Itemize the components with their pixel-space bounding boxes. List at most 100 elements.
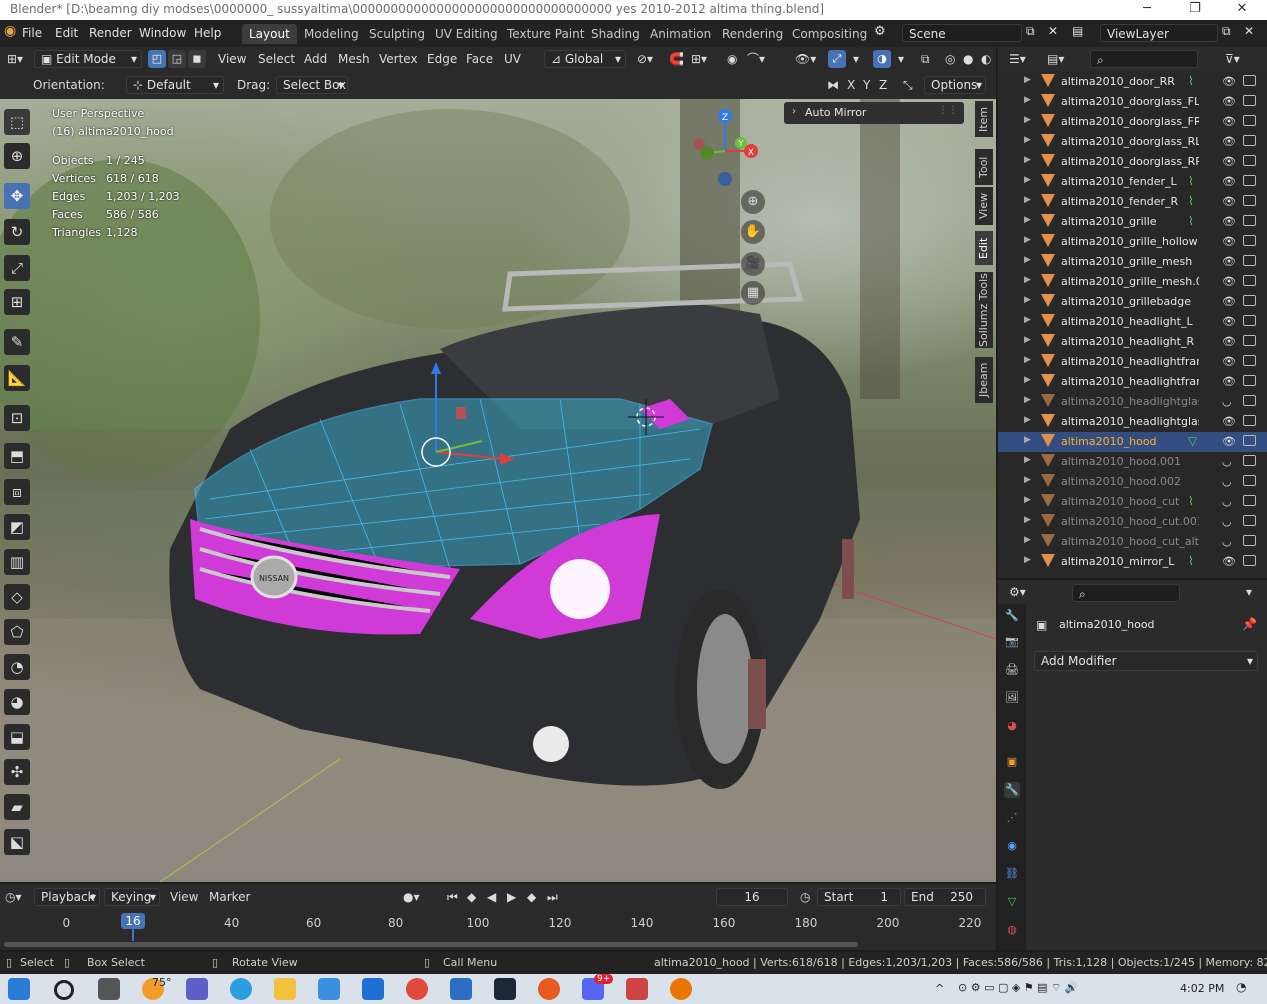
- 3d-viewport[interactable]: NISSAN Z X Y User Perspective (16) altim…: [0, 99, 996, 882]
- expand-arrow-icon[interactable]: ▶: [1024, 335, 1031, 345]
- tab-rendering[interactable]: Rendering: [715, 24, 790, 44]
- render-camera-icon[interactable]: [1243, 235, 1256, 246]
- timeline-scrollbar[interactable]: [4, 942, 858, 947]
- snap-target-icon[interactable]: ⊞▾: [686, 50, 712, 68]
- move-tool-icon[interactable]: ✥: [4, 183, 30, 209]
- add-cube-tool-icon[interactable]: ⊡: [4, 405, 30, 431]
- inset-tool-icon[interactable]: ⧈: [4, 479, 30, 505]
- outliner-object-name[interactable]: altima2010_grille_mesh: [1061, 255, 1199, 268]
- outliner-object-name[interactable]: altima2010_grille: [1061, 215, 1199, 228]
- outliner-row[interactable]: ▶ altima2010_hood_cut ⌇ ◡: [998, 492, 1267, 512]
- vertex-select-icon[interactable]: ◰: [148, 50, 166, 68]
- outliner-object-name[interactable]: altima2010_headlightglass: [1061, 395, 1199, 408]
- cursor-tool-icon[interactable]: ⊕: [4, 143, 30, 169]
- outliner-object-name[interactable]: altima2010_headlightfram: [1061, 355, 1199, 368]
- output-properties-icon[interactable]: 🖨: [1004, 662, 1020, 678]
- eye-icon[interactable]: 👁: [1222, 115, 1236, 128]
- eye-icon[interactable]: 👁: [1222, 235, 1236, 248]
- outliner-object-name[interactable]: altima2010_hood: [1061, 435, 1199, 448]
- pivot-point-icon[interactable]: ⊘▾: [632, 50, 658, 68]
- render-camera-icon[interactable]: [1243, 495, 1256, 506]
- edge-select-icon[interactable]: ◲: [168, 50, 186, 68]
- menu-select[interactable]: Select: [253, 50, 300, 68]
- outliner-object-name[interactable]: altima2010_fender_R: [1061, 195, 1199, 208]
- outliner-object-name[interactable]: altima2010_headlight_R: [1061, 335, 1199, 348]
- blender-taskbar-icon[interactable]: [670, 978, 692, 1000]
- outliner-row[interactable]: ▶ altima2010_doorglass_RL 👁: [998, 132, 1267, 152]
- eye-icon[interactable]: 👁: [1222, 155, 1236, 168]
- tab-shading[interactable]: Shading: [584, 24, 647, 44]
- eye-icon[interactable]: 👁: [1222, 415, 1236, 428]
- eye-icon[interactable]: 👁: [1222, 555, 1236, 568]
- expand-arrow-icon[interactable]: ▶: [1024, 75, 1031, 85]
- mirror-icon[interactable]: ⧓: [822, 76, 844, 94]
- render-camera-icon[interactable]: [1243, 475, 1256, 486]
- outliner-row[interactable]: ▶ altima2010_fender_L ⌇ 👁: [998, 172, 1267, 192]
- topology-icon[interactable]: ⤡: [898, 76, 918, 94]
- render-camera-icon[interactable]: [1243, 175, 1256, 186]
- sidetab-tool[interactable]: Tool: [975, 149, 993, 185]
- outliner-row[interactable]: ▶ altima2010_headlightfram 👁: [998, 372, 1267, 392]
- tray-icons[interactable]: ⊙ ⚙ ▭ ▢ ◈ ⚑ ▤ ⌔ 🔊: [958, 981, 1079, 995]
- eye-icon[interactable]: 👁: [1222, 375, 1236, 388]
- hidden-eye-icon[interactable]: ◡: [1222, 395, 1232, 408]
- gizmo-dropdown-icon[interactable]: ▾: [848, 50, 864, 68]
- particles-properties-icon[interactable]: ⋰: [1004, 810, 1020, 826]
- hidden-eye-icon[interactable]: ◡: [1222, 455, 1232, 468]
- render-camera-icon[interactable]: [1243, 295, 1256, 306]
- expand-arrow-icon[interactable]: ▶: [1024, 375, 1031, 385]
- editor-type-icon[interactable]: ⊞▾: [2, 50, 28, 68]
- outliner-object-name[interactable]: altima2010_grille_hollow: [1061, 235, 1199, 248]
- outliner-object-name[interactable]: altima2010_fender_L: [1061, 175, 1199, 188]
- proportional-edit-icon[interactable]: ◉: [722, 50, 742, 68]
- outliner-object-name[interactable]: altima2010_hood.002: [1061, 475, 1199, 488]
- extrude-tool-icon[interactable]: ⬒: [4, 443, 30, 469]
- modifier-properties-icon[interactable]: 🔧: [1004, 782, 1020, 798]
- add-modifier-button[interactable]: Add Modifier ▾: [1034, 651, 1258, 671]
- knife-tool-icon[interactable]: ◇: [4, 584, 30, 610]
- playhead-indicator[interactable]: 16: [121, 913, 145, 929]
- pan-hand-icon[interactable]: ✋: [741, 220, 765, 244]
- start-menu-icon[interactable]: [8, 978, 30, 1000]
- outliner-object-name[interactable]: altima2010_headlight_L: [1061, 315, 1199, 328]
- expand-arrow-icon[interactable]: ▶: [1024, 135, 1031, 145]
- menu-add[interactable]: Add: [299, 50, 332, 68]
- expand-arrow-icon[interactable]: ▶: [1024, 255, 1031, 265]
- outliner-row[interactable]: ▶ altima2010_mirror_L ⌇ 👁: [998, 552, 1267, 572]
- expand-arrow-icon[interactable]: ▶: [1024, 515, 1031, 525]
- smooth-tool-icon[interactable]: ◕: [4, 689, 30, 715]
- properties-editor-type-icon[interactable]: ⚙▾: [1004, 583, 1031, 601]
- mesh-data-icon[interactable]: ⌇: [1188, 74, 1194, 88]
- outliner-row[interactable]: ▶ altima2010_headlight_L 👁: [998, 312, 1267, 332]
- filter-icon[interactable]: ⊽▾: [1220, 50, 1245, 68]
- blender-logo-icon[interactable]: ◉: [4, 23, 16, 39]
- outliner-row[interactable]: ▶ altima2010_grille_mesh.00 👁: [998, 272, 1267, 292]
- render-camera-icon[interactable]: [1243, 135, 1256, 146]
- eye-icon[interactable]: 👁: [1222, 275, 1236, 288]
- expand-arrow-icon[interactable]: ▶: [1024, 415, 1031, 425]
- bevel-tool-icon[interactable]: ◩: [4, 514, 30, 540]
- render-camera-icon[interactable]: [1243, 275, 1256, 286]
- expand-arrow-icon[interactable]: ▶: [1024, 315, 1031, 325]
- tab-layout[interactable]: Layout: [242, 24, 297, 44]
- close-button[interactable]: ✕: [1222, 0, 1262, 20]
- eye-icon[interactable]: 👁: [1222, 215, 1236, 228]
- menu-render[interactable]: Render: [89, 26, 132, 40]
- render-camera-icon[interactable]: [1243, 215, 1256, 226]
- shrink-fatten-tool-icon[interactable]: ✣: [4, 759, 30, 785]
- mesh-data-icon[interactable]: ⌇: [1188, 194, 1194, 208]
- sidetab-view[interactable]: View: [975, 187, 993, 225]
- expand-arrow-icon[interactable]: ▶: [1024, 215, 1031, 225]
- outliner-object-name[interactable]: altima2010_hood_cut.001: [1061, 515, 1199, 528]
- notification-icon[interactable]: ◔: [1236, 980, 1246, 994]
- render-properties-icon[interactable]: 📷: [1004, 634, 1020, 650]
- face-select-icon[interactable]: ◼: [188, 50, 206, 68]
- chrome-icon[interactable]: [406, 978, 428, 1000]
- outliner-object-name[interactable]: altima2010_grille_mesh.00: [1061, 275, 1199, 288]
- object-properties-icon[interactable]: ▣: [1004, 754, 1020, 770]
- poly-build-tool-icon[interactable]: ⬠: [4, 619, 30, 645]
- loop-cut-tool-icon[interactable]: ▥: [4, 549, 30, 575]
- visibility-icon[interactable]: 👁▾: [790, 50, 821, 68]
- sidetab-jbeam[interactable]: Jbeam: [975, 357, 993, 403]
- display-mode-icon[interactable]: ▤▾: [1042, 50, 1069, 68]
